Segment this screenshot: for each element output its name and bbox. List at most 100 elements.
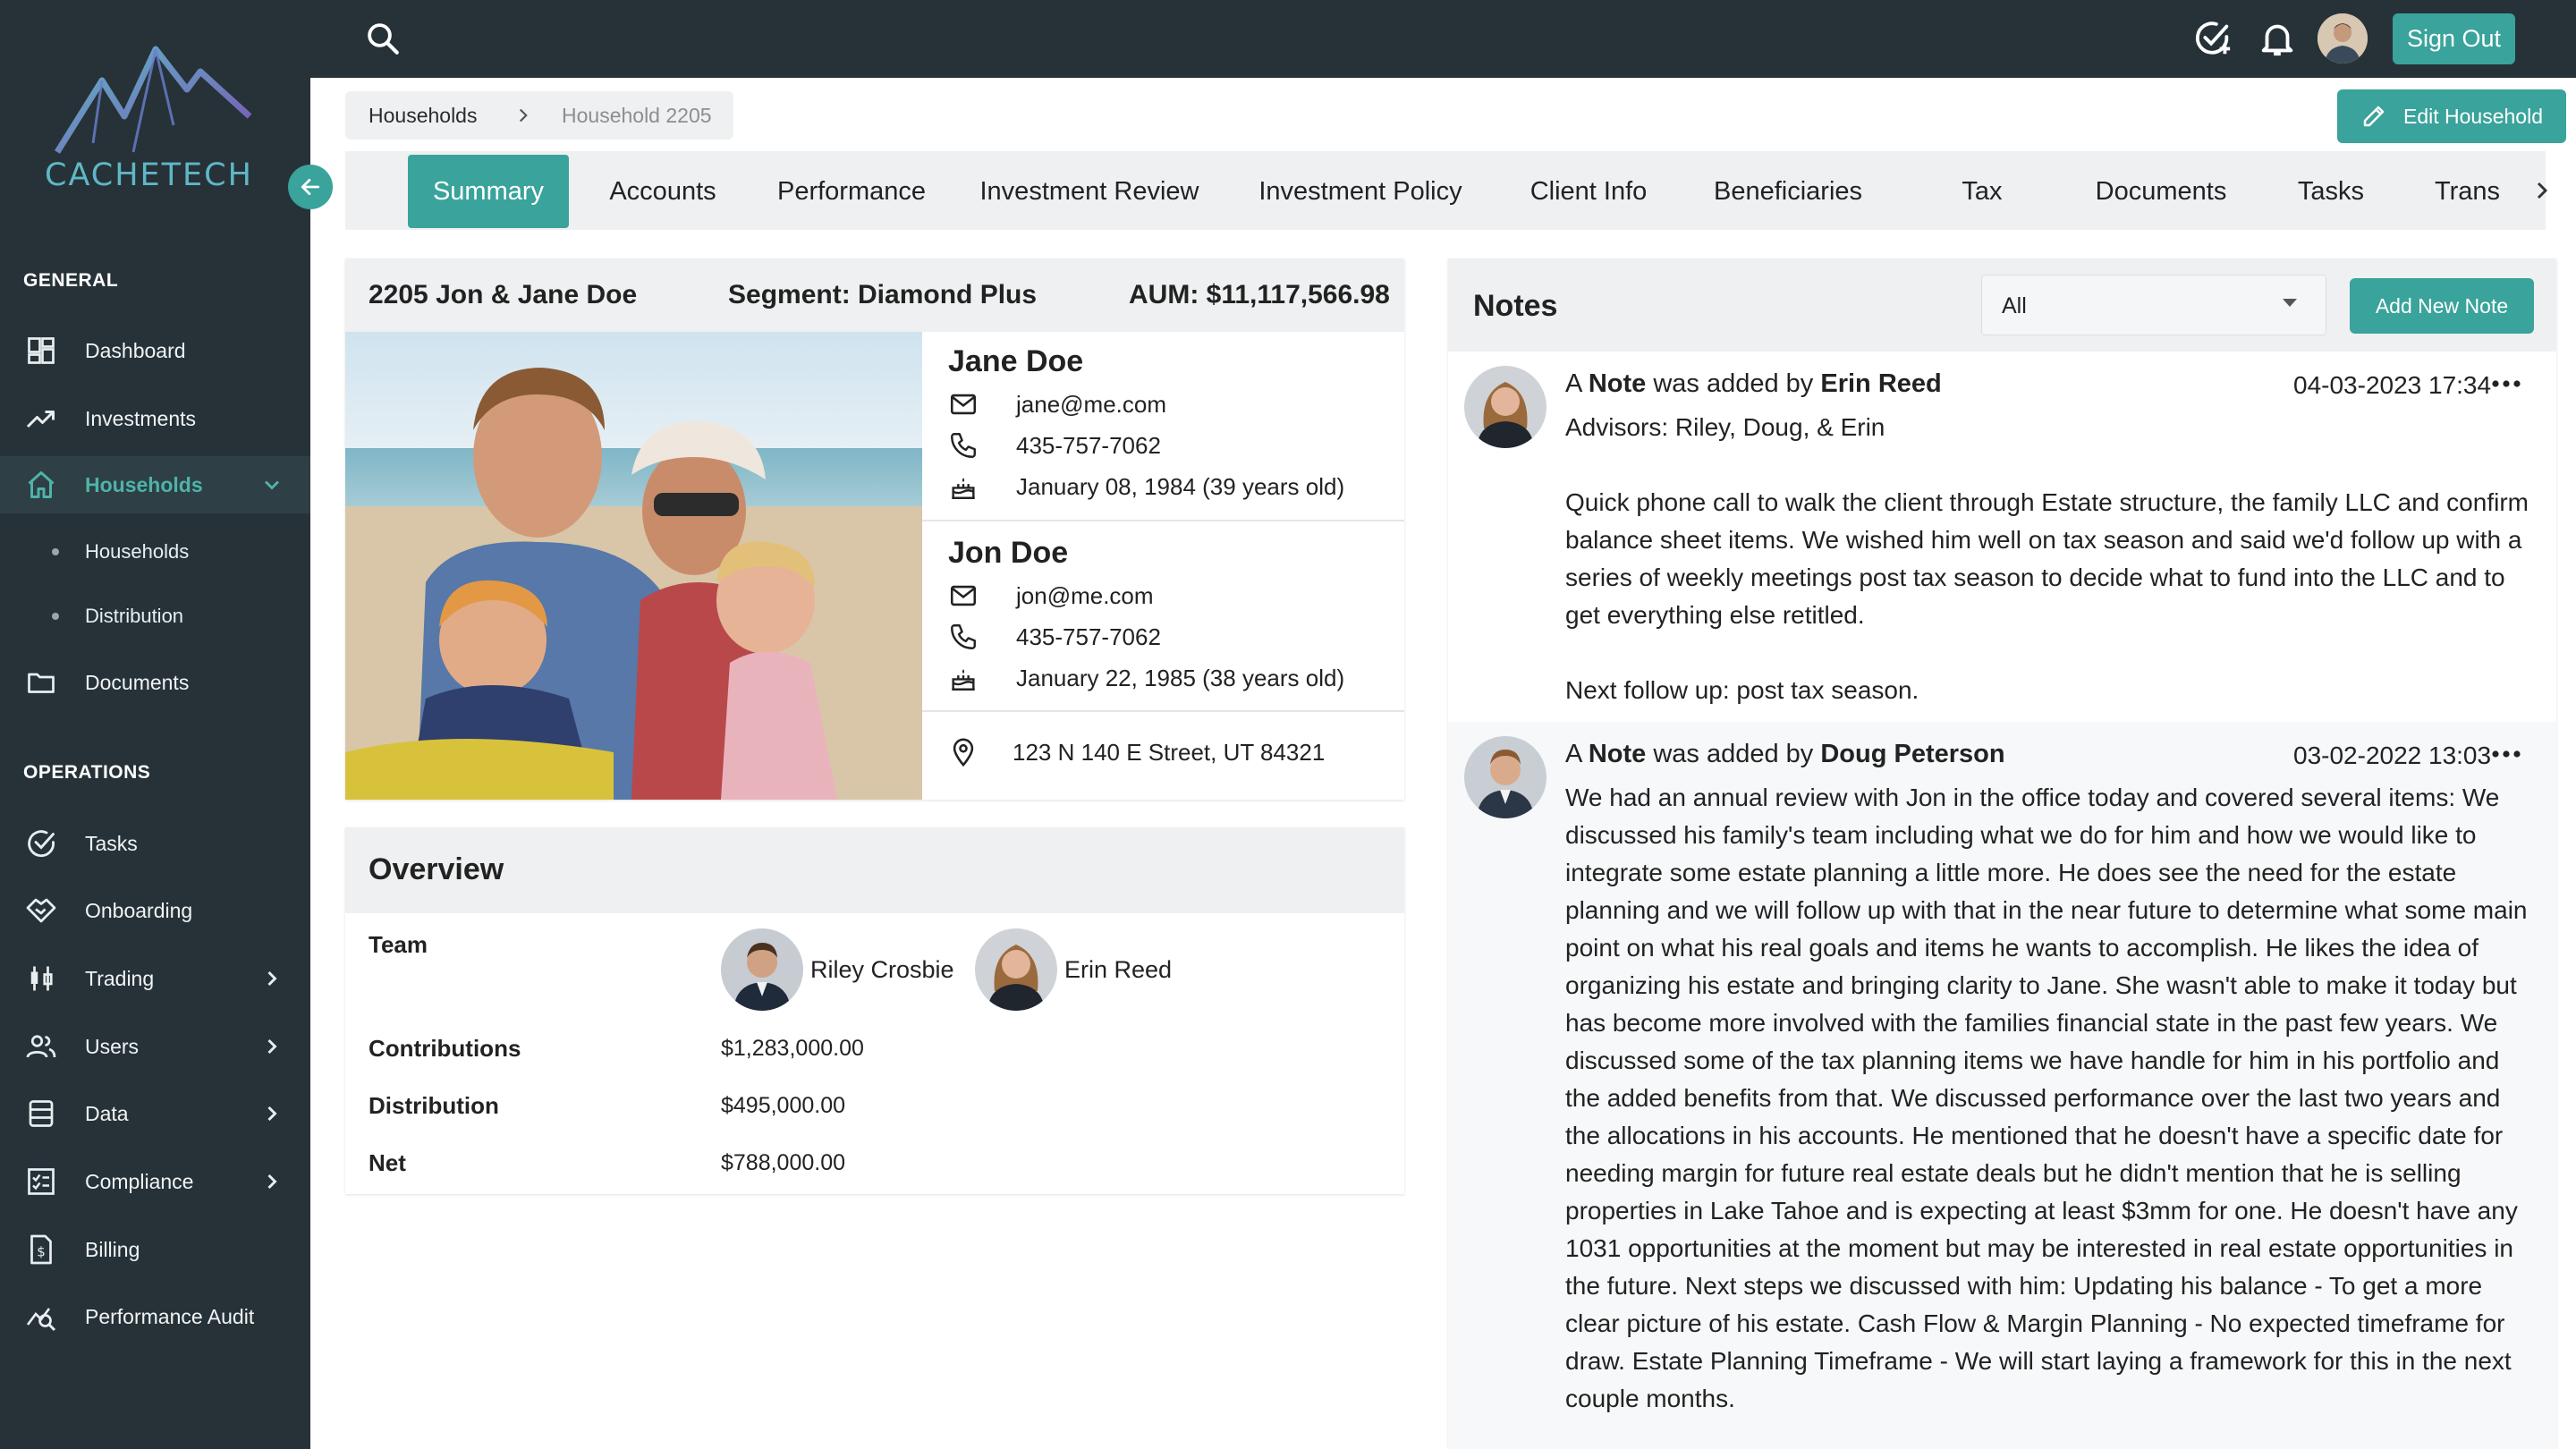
contributions-value: $1,283,000.00 [721,1036,864,1061]
note-prefix: A [1565,740,1581,768]
avatar-portrait-icon [2318,13,2368,64]
note-body: We had an annual review with Jon in the … [1565,779,2540,1418]
tab-documents[interactable]: Documents [2072,155,2250,228]
team-member-avatar[interactable] [975,928,1057,1011]
more-options-icon[interactable] [2491,375,2521,393]
team-label: Team [369,931,428,958]
person-phone-row: 435-757-7062 [948,430,1161,461]
notes-header: Notes All Add New Note [1448,258,2556,352]
sidebar-item-users[interactable]: Users [0,1018,310,1075]
person-email[interactable]: jon@me.com [1016,582,1154,610]
person-birthday: January 08, 1984 (39 years old) [1016,472,1345,500]
sidebar-item-label: Households [85,472,203,496]
person-name-jane: Jane Doe [948,344,1084,378]
note-heading: A Note was added by Erin Reed [1565,369,1942,399]
tab-transactions[interactable]: Trans [2420,155,2519,228]
breadcrumb-current: Household 2205 [562,103,712,127]
person-phone-row: 435-757-7062 [948,622,1161,652]
collapse-sidebar-button[interactable] [288,165,333,209]
check-circle-icon [28,830,55,858]
person-email[interactable]: jane@me.com [1016,391,1166,419]
sign-out-button[interactable]: Sign Out [2393,13,2515,64]
note-body: Advisors: Riley, Doug, & Erin Quick phon… [1565,409,2540,709]
edit-household-button[interactable]: Edit Household [2337,89,2566,143]
sidebar-item-performance-audit[interactable]: Performance Audit [0,1288,310,1345]
operations-section-title: OPERATIONS [23,762,151,783]
edit-household-label: Edit Household [2403,104,2543,128]
chevron-right-icon [519,108,528,123]
household-name: 2205 Jon & Jane Doe [369,280,638,309]
person-phone[interactable]: 435-757-7062 [1016,432,1161,460]
distribution-value: $495,000.00 [721,1093,846,1118]
tab-tax[interactable]: Tax [1919,155,2045,228]
divider [922,710,1404,712]
household-card: 2205 Jon & Jane Doe Segment: Diamond Plu… [345,258,1404,800]
users-icon [26,1035,56,1058]
tab-accounts[interactable]: Accounts [589,155,737,228]
trending-up-icon [26,411,55,428]
net-value: $788,000.00 [721,1150,846,1175]
avatar-portrait-icon [1464,366,1546,448]
note-date: 04-03-2023 17:34 [2293,371,2492,399]
person-birthday: January 22, 1985 (38 years old) [1016,664,1345,691]
person-birthday-row: January 22, 1985 (38 years old) [948,663,1344,693]
sidebar-subitem-label: Households [85,540,190,563]
tab-client-info[interactable]: Client Info [1508,155,1669,228]
tab-beneficiaries[interactable]: Beneficiaries [1687,155,1889,228]
tab-summary[interactable]: Summary [408,155,569,228]
chevron-down-icon [264,480,280,490]
sidebar-item-documents[interactable]: Documents [0,654,310,711]
cake-icon [952,478,975,499]
top-bar: Sign Out [310,0,2576,78]
tab-performance[interactable]: Performance [755,155,948,228]
breadcrumb-households-link[interactable]: Households [369,104,477,128]
contributions-label: Contributions [369,1035,521,1062]
sidebar-item-compliance[interactable]: Compliance [0,1153,310,1210]
sidebar-subitem-distribution[interactable]: Distribution [0,591,310,641]
bell-icon[interactable] [2257,18,2298,59]
sidebar-item-data[interactable]: Data [0,1085,310,1142]
location-pin-icon [953,738,974,767]
svg-text:$: $ [37,1244,46,1260]
general-section-title: GENERAL [23,270,119,291]
sidebar-item-tasks[interactable]: Tasks [0,815,310,872]
sidebar-item-label: Dashboard [85,338,186,362]
add-new-note-button[interactable]: Add New Note [2350,278,2534,334]
sidebar-item-onboarding[interactable]: Onboarding [0,882,310,939]
sidebar-item-label: Onboarding [85,898,193,922]
sidebar-item-label: Compliance [85,1169,194,1193]
household-header: 2205 Jon & Jane Doe Segment: Diamond Plu… [345,258,1404,332]
sidebar-item-label: Users [85,1034,140,1058]
note-paragraph: We had an annual review with Jon in the … [1565,784,2528,1412]
sidebar-item-dashboard[interactable]: Dashboard [0,322,310,379]
notes-filter-select[interactable]: All [1981,275,2326,335]
pencil-icon [2363,106,2385,127]
note-author: Erin Reed [1820,369,1942,398]
note-date: 03-02-2022 13:03 [2293,741,2492,769]
sidebar-item-billing[interactable]: $ Billing [0,1221,310,1278]
search-icon[interactable] [364,20,402,57]
household-aum: AUM: $11,117,566.98 [1129,280,1390,309]
tab-investment-policy[interactable]: Investment Policy [1231,155,1490,228]
note-author-avatar [1464,366,1546,448]
sidebar-subitem-households[interactable]: Households [0,527,310,577]
person-phone[interactable]: 435-757-7062 [1016,623,1161,651]
tab-investment-review[interactable]: Investment Review [964,155,1215,228]
task-check-icon[interactable] [2192,18,2233,59]
chevron-right-icon[interactable] [2528,176,2556,205]
sidebar-item-trading[interactable]: Trading [0,950,310,1007]
avatar-portrait-icon [721,928,803,1011]
notes-card: Notes All Add New Note A Note was added … [1448,258,2556,1449]
sidebar-item-label: Performance Audit [85,1304,255,1328]
tab-tasks[interactable]: Tasks [2268,155,2394,228]
sidebar-item-label: Tasks [85,831,138,855]
sidebar-item-households[interactable]: Households [0,456,310,513]
more-options-icon[interactable] [2491,745,2521,763]
avatar-portrait-icon [1464,736,1546,818]
sidebar-item-investments[interactable]: Investments [0,390,310,447]
net-label: Net [369,1149,406,1176]
household-address: 123 N 140 E Street, UT 84321 [1013,738,1326,766]
team-member-avatar[interactable] [721,928,803,1011]
user-avatar[interactable] [2318,13,2368,64]
home-icon [28,471,55,498]
